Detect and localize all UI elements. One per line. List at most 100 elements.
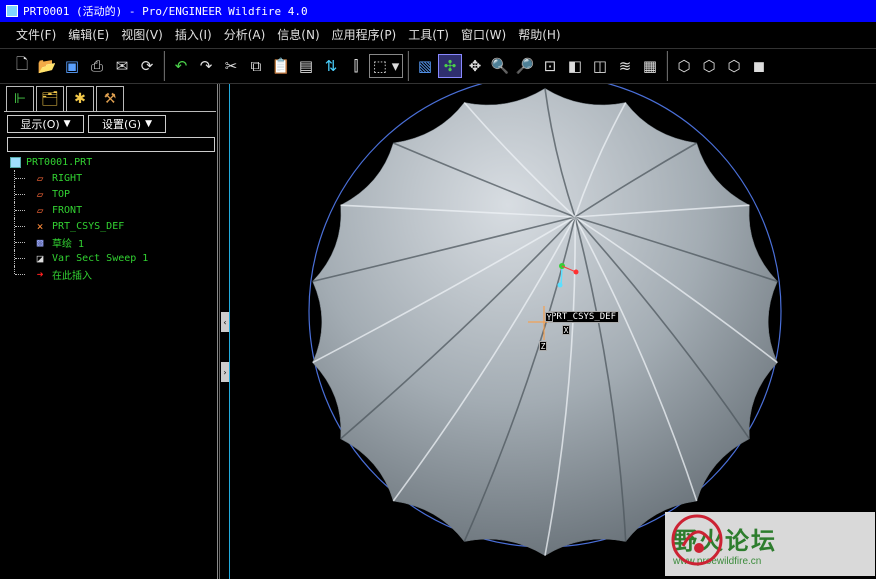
- print-icon[interactable]: ⎙: [85, 54, 109, 78]
- spin-center-icon[interactable]: ✣: [438, 54, 462, 78]
- menu-insert[interactable]: 插入(I): [169, 24, 218, 46]
- refit-icon[interactable]: ⊡: [538, 54, 562, 78]
- reorient-icon[interactable]: ◧: [563, 54, 587, 78]
- show-dropdown-label: 显示(O): [20, 118, 60, 131]
- connections-tab[interactable]: ⚒: [96, 86, 124, 112]
- tree-item-label: Var Sect Sweep 1: [52, 252, 149, 264]
- copy-icon[interactable]: ⧉: [244, 54, 268, 78]
- model-tree-tab[interactable]: ⊩: [6, 86, 34, 112]
- shading-icon[interactable]: ◼: [747, 54, 771, 78]
- panel-splitter[interactable]: ‹ ›: [219, 84, 230, 579]
- tree-item-label: 草绘 1: [52, 238, 85, 250]
- tab-separator: [4, 111, 216, 112]
- undo-icon[interactable]: ↶: [169, 54, 193, 78]
- save-icon[interactable]: ▣: [60, 54, 84, 78]
- chevron-down-icon: ▼: [63, 119, 71, 129]
- view-tool-group: ▧ ✣ ✥ 🔍 🔎 ⊡ ◧ ◫ ≋ ▦: [409, 51, 668, 81]
- part-icon: [10, 156, 21, 168]
- paste-special-icon[interactable]: ▤: [294, 54, 318, 78]
- datum-plane-icon: ▱: [36, 203, 44, 217]
- navigator-panel: ⊩ 🗂 ✱ ⚒ 显示(O) ▼ 设置(G) ▼ PRT0001.PRT ▱ RI…: [0, 84, 218, 579]
- datum-plane-icon: ▱: [36, 187, 44, 201]
- csys-marker-cyan: [557, 282, 563, 288]
- sweep-icon: ◪: [36, 251, 44, 265]
- axis-tag-x: X: [562, 325, 570, 335]
- menu-help[interactable]: 帮助(H): [512, 24, 566, 46]
- tree-item-label: 在此插入: [52, 270, 92, 282]
- repaint-icon[interactable]: ▧: [413, 54, 437, 78]
- wireframe-icon[interactable]: ⬡: [672, 54, 696, 78]
- tree-item-front[interactable]: ▱ FRONT: [10, 202, 210, 218]
- tree-search-input[interactable]: [7, 137, 215, 152]
- app-icon: [6, 5, 18, 17]
- menu-info[interactable]: 信息(N): [271, 24, 325, 46]
- tree-item-sweep[interactable]: ◪ Var Sect Sweep 1: [10, 250, 210, 266]
- model-tree: PRT0001.PRT ▱ RIGHT ▱ TOP ▱ FRONT ⨯ PRT_…: [10, 154, 210, 282]
- new-icon[interactable]: 🗋: [10, 54, 34, 78]
- redo-icon[interactable]: ↷: [194, 54, 218, 78]
- select-box-icon[interactable]: ⬚ ▾: [369, 54, 403, 78]
- tree-item-right[interactable]: ▱ RIGHT: [10, 170, 210, 186]
- datum-plane-icon: ▱: [36, 171, 44, 185]
- mirror-icon[interactable]: ⫿: [344, 54, 368, 78]
- expand-right-icon[interactable]: ›: [221, 362, 229, 382]
- send-icon[interactable]: ✉: [110, 54, 134, 78]
- menu-edit[interactable]: 编辑(E): [62, 24, 115, 46]
- favorites-tab[interactable]: ✱: [66, 86, 94, 112]
- window-title: PRT0001 (活动的) - Pro/ENGINEER Wildfire 4.…: [23, 5, 308, 18]
- chevron-down-icon: ▼: [145, 119, 153, 129]
- hidden-line-icon[interactable]: ⬡: [697, 54, 721, 78]
- csys-marker-red: [573, 269, 579, 275]
- menu-bar: 文件(F) 编辑(E) 视图(V) 插入(I) 分析(A) 信息(N) 应用程序…: [0, 22, 876, 48]
- settings-dropdown-label: 设置(G): [101, 118, 142, 131]
- navigator-tabs: ⊩ 🗂 ✱ ⚒: [6, 86, 124, 112]
- tree-item-insert-here[interactable]: ➜ 在此插入: [10, 266, 210, 282]
- graphics-window[interactable]: PRT_CSYS_DEF Y X Z 野火论坛 www.proewildfire…: [231, 84, 876, 579]
- paste-icon[interactable]: 📋: [269, 54, 293, 78]
- forum-logo-icon: [671, 514, 723, 566]
- regenerate-icon[interactable]: ⇅: [319, 54, 343, 78]
- tree-item-top[interactable]: ▱ TOP: [10, 186, 210, 202]
- tree-root-label: PRT0001.PRT: [26, 156, 93, 168]
- tree-item-sketch[interactable]: ▩ 草绘 1: [10, 234, 210, 250]
- csys-label[interactable]: PRT_CSYS_DEF: [548, 311, 620, 323]
- open-icon[interactable]: 📂: [35, 54, 59, 78]
- layers-icon[interactable]: ≋: [613, 54, 637, 78]
- menu-view[interactable]: 视图(V): [115, 24, 169, 46]
- tree-item-label: RIGHT: [52, 172, 83, 184]
- edit-tool-group: ↶ ↷ ✂ ⧉ 📋 ▤ ⇅ ⫿ ⬚ ▾: [165, 51, 409, 81]
- tree-item-label: TOP: [52, 188, 71, 200]
- menu-analysis[interactable]: 分析(A): [218, 24, 272, 46]
- menu-applications[interactable]: 应用程序(P): [326, 24, 403, 46]
- axis-tag-y: Y: [545, 312, 553, 322]
- main-toolbar: 🗋 📂 ▣ ⎙ ✉ ⟳ ↶ ↷ ✂ ⧉ 📋 ▤ ⇅ ⫿ ⬚ ▾ ▧ ✣ ✥ 🔍 …: [0, 48, 876, 84]
- cut-icon[interactable]: ✂: [219, 54, 243, 78]
- tree-root[interactable]: PRT0001.PRT: [10, 154, 210, 170]
- file-tool-group: 🗋 📂 ▣ ⎙ ✉ ⟳: [6, 51, 165, 81]
- tree-item-label: PRT_CSYS_DEF: [52, 220, 125, 232]
- axis-tag-z: Z: [539, 341, 547, 351]
- show-dropdown[interactable]: 显示(O) ▼: [7, 115, 84, 133]
- csys-icon: ⨯: [36, 219, 44, 233]
- menu-tools[interactable]: 工具(T): [402, 24, 455, 46]
- insert-here-arrow-icon: ➜: [36, 267, 44, 281]
- settings-dropdown[interactable]: 设置(G) ▼: [88, 115, 166, 133]
- orient-icon[interactable]: ✥: [463, 54, 487, 78]
- view-manager-icon[interactable]: ▦: [638, 54, 662, 78]
- no-hidden-icon[interactable]: ⬡: [722, 54, 746, 78]
- menu-window[interactable]: 窗口(W): [455, 24, 512, 46]
- display-tool-group: ⬡ ⬡ ⬡ ◼: [668, 51, 775, 81]
- zoom-out-icon[interactable]: 🔎: [513, 54, 537, 78]
- zoom-in-icon[interactable]: 🔍: [488, 54, 512, 78]
- collapse-left-icon[interactable]: ‹: [221, 312, 229, 332]
- tree-item-label: FRONT: [52, 204, 83, 216]
- parachute-model: [308, 84, 782, 556]
- saved-views-icon[interactable]: ◫: [588, 54, 612, 78]
- menu-file[interactable]: 文件(F): [10, 24, 62, 46]
- tree-item-csys[interactable]: ⨯ PRT_CSYS_DEF: [10, 218, 210, 234]
- save-copy-icon[interactable]: ⟳: [135, 54, 159, 78]
- title-bar: PRT0001 (活动的) - Pro/ENGINEER Wildfire 4.…: [0, 0, 876, 22]
- sketch-icon: ▩: [36, 235, 44, 249]
- forum-watermark: 野火论坛 www.proewildfire.cn: [665, 512, 875, 576]
- folder-browser-tab[interactable]: 🗂: [36, 86, 64, 112]
